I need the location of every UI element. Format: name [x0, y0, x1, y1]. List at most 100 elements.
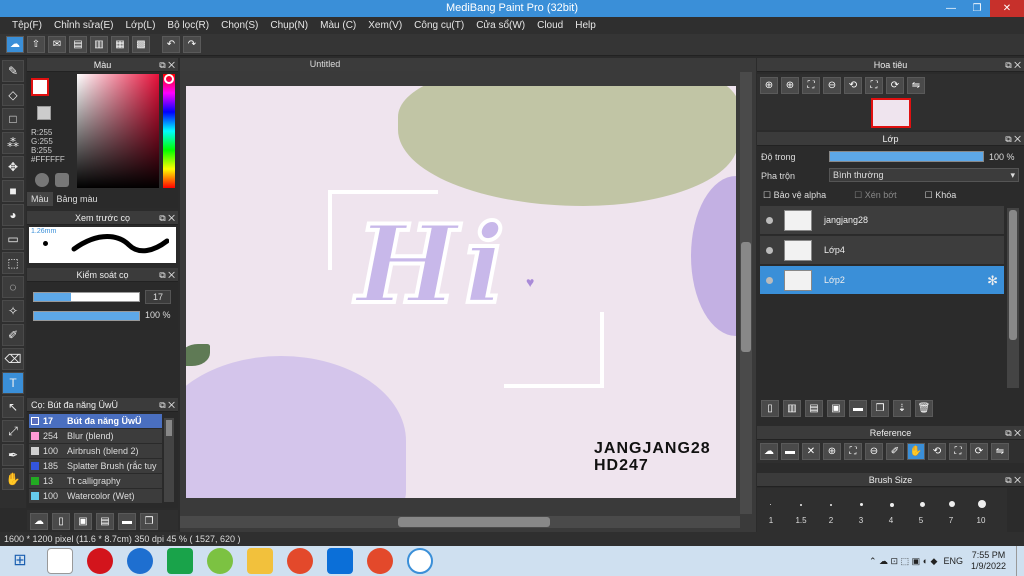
close-ref-icon[interactable]: ✕ [802, 443, 820, 460]
list-item[interactable]: 185 Splatter Brush (rắc tuy [29, 459, 162, 473]
zoom-in-icon[interactable]: ⊕ [781, 77, 799, 94]
close-icon[interactable]: ⧉ ✕ [159, 268, 175, 282]
flip-icon[interactable]: ⇋ [991, 443, 1009, 460]
operation-tool-icon[interactable]: ↖ [2, 396, 24, 418]
layer-opacity-slider[interactable] [829, 151, 984, 162]
pen-tool-icon[interactable]: ✒ [2, 444, 24, 466]
close-icon[interactable]: ⧉ ✕ [1005, 58, 1021, 72]
foreground-color[interactable] [31, 78, 49, 96]
saturation-square[interactable] [77, 74, 159, 188]
menu-cloud[interactable]: Cloud [531, 17, 569, 34]
select-tool-icon[interactable]: ⬚ [2, 252, 24, 274]
brush-settings-icon[interactable]: ▤ [96, 513, 114, 530]
chrome-profile-icon[interactable] [367, 548, 393, 574]
horizontal-scrollbar[interactable] [180, 516, 740, 528]
close-icon[interactable]: ⧉ ✕ [1005, 473, 1021, 487]
rotate-icon[interactable]: ⟲ [928, 443, 946, 460]
dot-tool-icon[interactable]: ⁂ [2, 132, 24, 154]
protect-alpha-checkbox[interactable]: ☐ Bảo vệ alpha [763, 190, 826, 201]
rotate-left-icon[interactable]: ⟲ [844, 77, 862, 94]
add-brush-icon[interactable]: ▣ [74, 513, 92, 530]
fit-icon[interactable]: ⛶ [844, 443, 862, 460]
eraser-tool-icon[interactable]: ◇ [2, 84, 24, 106]
menu-select[interactable]: Chọn(S) [215, 17, 264, 34]
chrome-icon[interactable] [287, 548, 313, 574]
hand-icon[interactable]: ✋ [907, 443, 925, 460]
close-icon[interactable]: ⧉ ✕ [159, 211, 175, 225]
layer-folder-icon[interactable]: ▬ [849, 400, 867, 417]
rotate-right-icon[interactable]: ⟳ [970, 443, 988, 460]
visibility-icon[interactable] [766, 217, 773, 224]
eyedrop-small-icon[interactable] [55, 173, 69, 187]
blend-select[interactable]: Bình thường ▾ [829, 168, 1019, 182]
menu-tools[interactable]: Công cụ(T) [408, 17, 470, 34]
layer-row[interactable]: jangjang28 [760, 206, 1004, 235]
cloud-brush-icon[interactable]: ☁ [30, 513, 48, 530]
opera-icon[interactable] [87, 548, 113, 574]
restore-icon[interactable]: ❐ [964, 0, 990, 17]
minimize-icon[interactable]: — [938, 0, 964, 17]
tray-icons[interactable]: ⌃ ☁ ⊡ ⬚ ▣ ◐ ◆ [869, 556, 937, 567]
menu-file[interactable]: Tệp(F) [6, 17, 48, 34]
text-tool-icon[interactable]: T [2, 372, 24, 394]
menu-help[interactable]: Help [569, 17, 602, 34]
zoom-out-icon[interactable]: ⊖ [865, 443, 883, 460]
tab-palette[interactable]: Bảng màu [53, 192, 102, 206]
list-item[interactable]: 17 Bút đa năng ÜwÜ [29, 414, 162, 428]
visibility-icon[interactable] [766, 277, 773, 284]
medibang-icon[interactable] [407, 548, 433, 574]
menu-edit[interactable]: Chỉnh sửa(E) [48, 17, 120, 34]
navigator-thumbnail[interactable] [871, 98, 911, 128]
lasso-tool-icon[interactable]: ◌ [2, 276, 24, 298]
comment-icon[interactable]: ✉ [48, 36, 66, 53]
hue-slider[interactable] [163, 74, 175, 188]
menu-view[interactable]: Xem(V) [362, 17, 408, 34]
clip-checkbox[interactable]: ☐ Xén bớt [854, 190, 897, 201]
language-indicator[interactable]: ENG [943, 556, 963, 566]
share-icon[interactable]: ⇧ [27, 36, 45, 53]
new-brush-icon[interactable]: ▯ [52, 513, 70, 530]
undo-icon[interactable]: ↶ [162, 36, 180, 53]
close-icon[interactable]: ⧉ ✕ [1005, 132, 1021, 146]
list-item[interactable]: 13 Tt calligraphy [29, 474, 162, 488]
brush-tool-icon[interactable]: ✎ [2, 60, 24, 82]
copy-brush-icon[interactable]: ❐ [140, 513, 158, 530]
new-layer-icon[interactable]: ▯ [761, 400, 779, 417]
vertical-scrollbar[interactable] [740, 72, 752, 514]
eyedropper-icon[interactable]: ✐ [886, 443, 904, 460]
file-icon[interactable] [47, 548, 73, 574]
brush-opacity-slider[interactable] [33, 311, 140, 321]
rect-tool-icon[interactable]: □ [2, 108, 24, 130]
close-icon[interactable]: ⧉ ✕ [1005, 426, 1021, 440]
merge-layer-icon[interactable]: ⇣ [893, 400, 911, 417]
ie-icon[interactable] [127, 548, 153, 574]
select-eraser-icon[interactable]: ⌫ [2, 348, 24, 370]
windows-start-icon[interactable]: ⊞ [7, 548, 33, 574]
folder-icon[interactable]: ▬ [118, 513, 136, 530]
list-item[interactable]: 100 Watercolor (Wet) [29, 489, 162, 503]
menu-filter[interactable]: Bộ lọc(R) [161, 17, 215, 34]
panels-icon[interactable]: ▩ [132, 36, 150, 53]
brush-size-grid[interactable]: 1 1.5 2 3 4 5 7 10 [757, 488, 1007, 532]
palette-icon[interactable] [35, 173, 49, 187]
reset-rotate-icon[interactable]: ⛶ [865, 77, 883, 94]
list-item[interactable]: 100 Airbrush (blend 2) [29, 444, 162, 458]
hue-handle[interactable] [164, 74, 174, 84]
cloud-icon[interactable]: ☁ [6, 36, 24, 53]
rotate-right-icon[interactable]: ⟳ [886, 77, 904, 94]
select-pen-icon[interactable]: ✐ [2, 324, 24, 346]
folder-icon[interactable] [247, 548, 273, 574]
new-halftone-layer-icon[interactable]: ▥ [783, 400, 801, 417]
open-icon[interactable]: ▬ [781, 443, 799, 460]
cloud-icon[interactable]: ☁ [760, 443, 778, 460]
menu-layer[interactable]: Lớp(L) [120, 17, 162, 34]
doc-icon[interactable]: ▥ [90, 36, 108, 53]
move-tool-icon[interactable]: ✥ [2, 156, 24, 178]
grid-icon[interactable]: ▦ [111, 36, 129, 53]
zoom-fit-icon[interactable]: ⊕ [760, 77, 778, 94]
canvas-tab[interactable]: Untitled [180, 58, 470, 71]
app-icon[interactable] [207, 548, 233, 574]
close-icon[interactable]: ⧉ ✕ [159, 398, 175, 412]
zoom-in-icon[interactable]: ⊕ [823, 443, 841, 460]
bucket-tool-icon[interactable]: ◕ [2, 204, 24, 226]
